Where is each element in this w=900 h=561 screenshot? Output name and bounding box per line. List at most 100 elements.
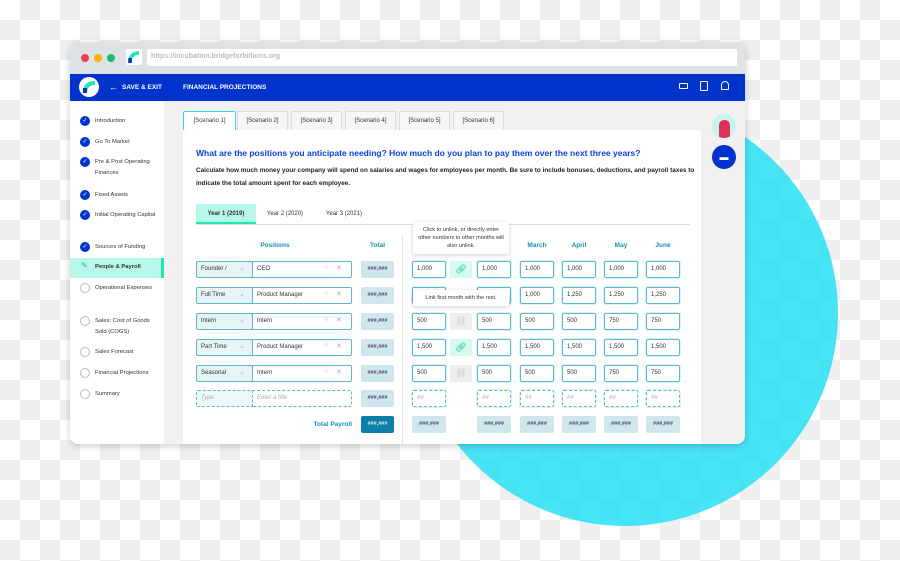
- chevron-down-icon[interactable]: ⌄: [239, 316, 245, 324]
- arrow-left-icon[interactable]: ←: [109, 83, 118, 92]
- tab-year-3[interactable]: Year 3 (2021): [315, 204, 373, 224]
- sidebar-item[interactable]: ✓ Go To Market: [70, 136, 164, 149]
- month-input[interactable]: 1,000: [562, 261, 596, 278]
- month-input[interactable]: 1,250: [604, 287, 638, 304]
- month-input[interactable]: 1,500: [604, 339, 638, 356]
- chevron-down-icon[interactable]: ⌄: [239, 342, 245, 350]
- pencil-icon: ✎: [81, 261, 88, 270]
- row-total: ###,###: [361, 313, 394, 330]
- month-input[interactable]: 500: [477, 365, 511, 382]
- new-title-input[interactable]: Enter a title: [252, 390, 352, 407]
- maximize-dot[interactable]: [107, 54, 115, 62]
- unlink-icon[interactable]: ⛓︎: [450, 365, 472, 382]
- clear-icon[interactable]: ✕: [336, 290, 342, 298]
- month-input[interactable]: 750: [604, 365, 638, 382]
- month-input[interactable]: 1,000: [412, 261, 446, 278]
- sidebar-item[interactable]: ✓ Pre & Post Operating Finances: [70, 156, 164, 180]
- sidebar-item[interactable]: Sales Forecast: [70, 346, 164, 359]
- save-exit-button[interactable]: SAVE & EXIT: [122, 84, 162, 91]
- total-header: Total: [369, 242, 386, 249]
- chevron-down-icon[interactable]: ⌄: [239, 264, 245, 272]
- clear-icon[interactable]: ✕: [336, 316, 342, 324]
- search-icon[interactable]: ○: [324, 316, 328, 323]
- new-month-input[interactable]: ##: [520, 390, 554, 407]
- unlink-icon[interactable]: ⛓︎: [450, 313, 472, 330]
- sidebar-item[interactable]: ✓ Sources of Funding: [70, 241, 164, 254]
- month-input[interactable]: 1,250: [646, 287, 680, 304]
- tab-scenario-6[interactable]: [Scenario 6]: [453, 111, 504, 131]
- avatar[interactable]: [712, 114, 736, 138]
- month-input[interactable]: 1,500: [646, 339, 680, 356]
- month-input[interactable]: 1,000: [646, 261, 680, 278]
- sidebar-item-label: Sources of Funding: [95, 244, 146, 250]
- sidebar-item[interactable]: ✎ People & Payroll: [70, 258, 164, 278]
- month-input[interactable]: 500: [562, 313, 596, 330]
- row-total: ###,###: [361, 287, 394, 304]
- tab-scenario-5[interactable]: [Scenario 5]: [399, 111, 450, 131]
- month-input[interactable]: 1,000: [520, 261, 554, 278]
- url-bar[interactable]: https://incubation.bridgeforbillions.org: [147, 49, 737, 66]
- tab-year-2[interactable]: Year 2 (2020): [258, 204, 312, 224]
- month-input[interactable]: 500: [520, 365, 554, 382]
- sidebar-item[interactable]: ✓ Introduction: [70, 115, 164, 128]
- clear-icon[interactable]: ✕: [336, 368, 342, 376]
- video-icon[interactable]: [679, 83, 688, 89]
- month-input[interactable]: 1,000: [477, 261, 511, 278]
- chevron-down-icon[interactable]: ⌄: [239, 368, 245, 376]
- sidebar-item[interactable]: ✓ Initial Operating Capital: [70, 209, 164, 233]
- calendar-icon[interactable]: [700, 81, 708, 91]
- month-input[interactable]: 500: [412, 313, 446, 330]
- month-input[interactable]: 500: [562, 365, 596, 382]
- clear-icon[interactable]: ✕: [336, 264, 342, 272]
- row-total: ###,###: [361, 365, 394, 382]
- month-input[interactable]: 750: [646, 365, 680, 382]
- month-input[interactable]: 1,250: [562, 287, 596, 304]
- close-dot[interactable]: [81, 54, 89, 62]
- month-input[interactable]: 1,000: [520, 287, 554, 304]
- link-icon[interactable]: 🔗︎: [450, 261, 472, 278]
- tab-scenario-1[interactable]: [Scenario 1]: [183, 111, 236, 132]
- search-icon[interactable]: ○: [324, 342, 328, 349]
- new-type-select[interactable]: Type: [196, 390, 253, 407]
- chat-icon[interactable]: ▬: [712, 145, 736, 169]
- month-input[interactable]: 1,500: [520, 339, 554, 356]
- month-header: April: [571, 242, 587, 249]
- month-input[interactable]: 750: [604, 313, 638, 330]
- month-input[interactable]: 500: [520, 313, 554, 330]
- month-input[interactable]: 500: [477, 313, 511, 330]
- new-month-input[interactable]: ##: [477, 390, 511, 407]
- sidebar-item[interactable]: Operational Expenses: [70, 282, 164, 306]
- tab-year-1[interactable]: Year 1 (2019): [196, 204, 256, 224]
- new-month-input[interactable]: ##: [412, 390, 446, 407]
- check-icon: ✓: [80, 116, 90, 126]
- month-input[interactable]: 1,500: [412, 339, 446, 356]
- month-total: ###,###: [477, 416, 511, 433]
- search-icon[interactable]: ○: [324, 264, 328, 271]
- month-input[interactable]: 1,500: [562, 339, 596, 356]
- search-icon[interactable]: ○: [324, 290, 328, 297]
- sidebar-item[interactable]: Summary: [70, 388, 164, 401]
- month-input[interactable]: 1,500: [477, 339, 511, 356]
- empty-circle-icon: [80, 347, 90, 357]
- month-input[interactable]: 1,000: [604, 261, 638, 278]
- search-icon[interactable]: ○: [324, 368, 328, 375]
- month-input[interactable]: 500: [412, 365, 446, 382]
- new-month-input[interactable]: ##: [646, 390, 680, 407]
- link-icon[interactable]: 🔗︎: [450, 339, 472, 356]
- new-month-input[interactable]: ##: [604, 390, 638, 407]
- sidebar-item-label: People & Payroll: [95, 264, 141, 270]
- tab-scenario-2[interactable]: [Scenario 2]: [237, 111, 288, 131]
- divider: [402, 236, 403, 444]
- month-total: ###,###: [604, 416, 638, 433]
- new-month-input[interactable]: ##: [562, 390, 596, 407]
- bell-icon[interactable]: [721, 81, 729, 90]
- month-input[interactable]: 750: [646, 313, 680, 330]
- logo-icon: [79, 77, 99, 97]
- tab-scenario-4[interactable]: [Scenario 4]: [345, 111, 396, 131]
- minimize-dot[interactable]: [94, 54, 102, 62]
- clear-icon[interactable]: ✕: [336, 342, 342, 350]
- sidebar-item[interactable]: ✓ Fixed Assets: [70, 189, 164, 202]
- sidebar-item[interactable]: Sales: Cost of Goods Sold (COGS): [70, 315, 164, 339]
- tab-scenario-3[interactable]: [Scenario 3]: [291, 111, 342, 131]
- chevron-down-icon[interactable]: ⌄: [239, 290, 245, 298]
